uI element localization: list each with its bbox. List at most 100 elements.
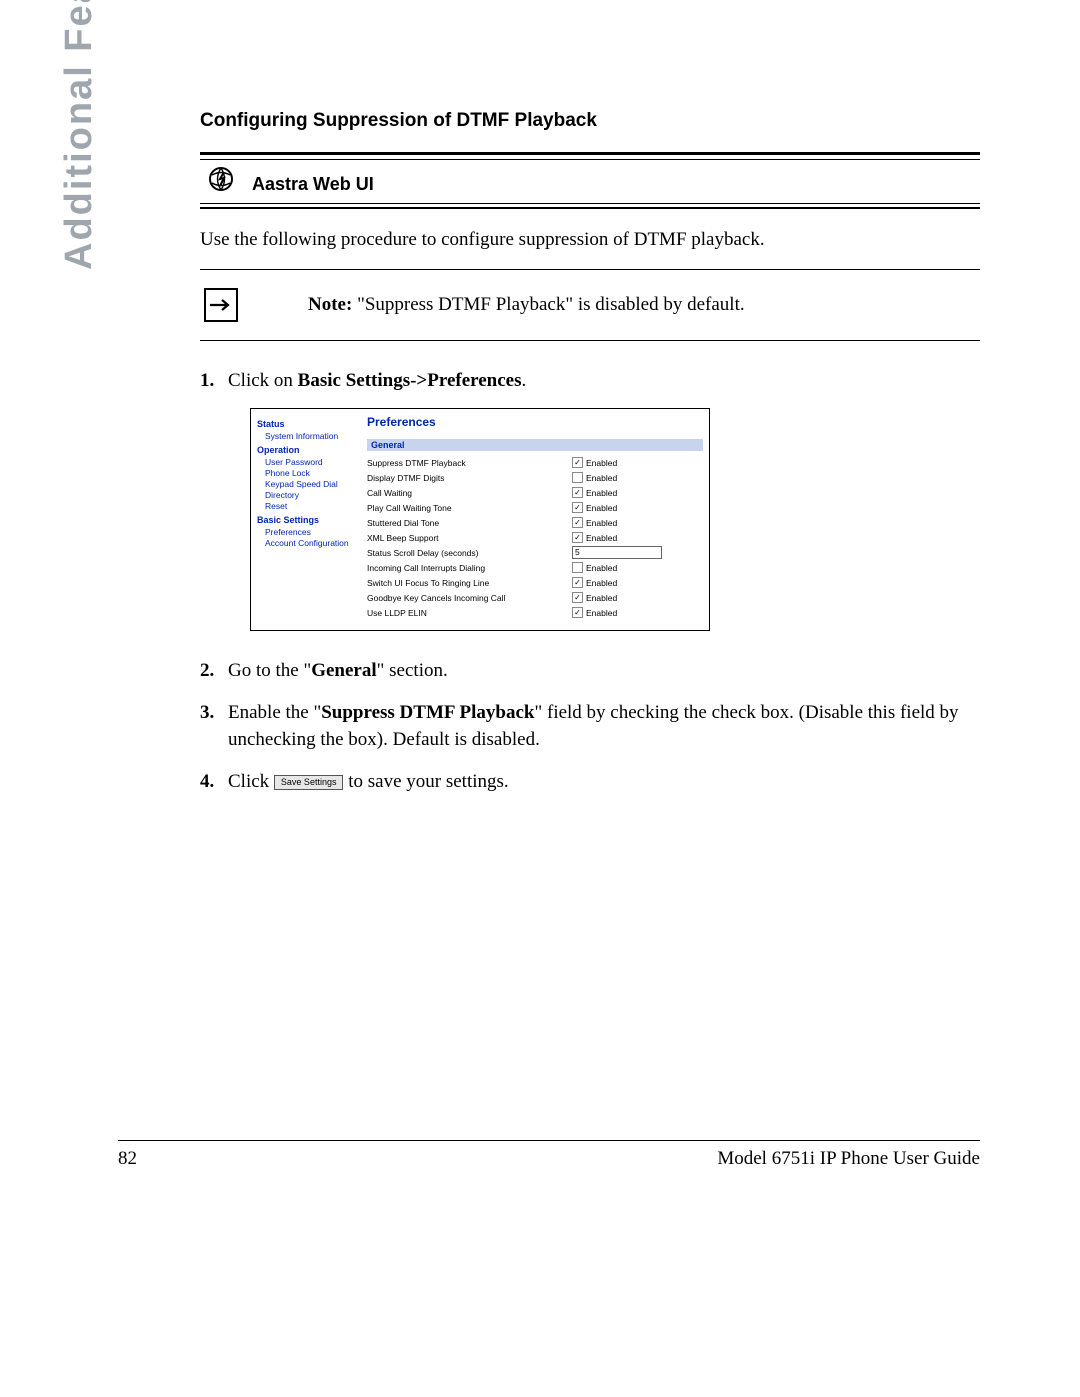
step-text: Click on xyxy=(228,370,298,391)
step-text: Enable the " xyxy=(228,702,321,723)
step-bold: Basic Settings->Preferences xyxy=(298,370,522,391)
step-item: 2. Go to the "General" section. xyxy=(200,657,980,685)
note-text: Note: "Suppress DTMF Playback" is disabl… xyxy=(308,294,745,316)
nav-item[interactable]: Directory xyxy=(265,490,357,500)
pref-row: XML Beep Support✓Enabled xyxy=(367,530,703,545)
pref-row-control: ✓Enabled xyxy=(572,607,617,618)
nav-item[interactable]: User Password xyxy=(265,457,357,467)
steps-list: 1. Click on Basic Settings->Preferences. xyxy=(200,367,980,395)
nav-item[interactable]: System Information xyxy=(265,431,357,441)
pref-row-control: Enabled xyxy=(572,562,617,573)
main-content: Configuring Suppression of DTMF Playback… xyxy=(200,110,980,809)
step-bold: General xyxy=(311,660,376,681)
checkbox[interactable]: ✓ xyxy=(572,592,583,603)
save-settings-button[interactable]: Save Settings xyxy=(274,775,344,790)
steps-list-cont: 2. Go to the "General" section. 3. Enabl… xyxy=(200,657,980,795)
nav-item[interactable]: Phone Lock xyxy=(265,468,357,478)
checkbox[interactable] xyxy=(572,472,583,483)
note-body: "Suppress DTMF Playback" is disabled by … xyxy=(352,294,744,315)
enabled-label: Enabled xyxy=(586,533,617,543)
screenshot-nav: Status System Information Operation User… xyxy=(251,409,361,630)
pref-row-label: Stuttered Dial Tone xyxy=(367,518,572,528)
step-text: to save your settings. xyxy=(343,771,508,792)
step-number: 1. xyxy=(200,367,228,395)
screenshot-section-bar: General xyxy=(367,439,703,451)
step-text: . xyxy=(522,370,527,391)
nav-heading-basic: Basic Settings xyxy=(257,515,357,525)
pref-row-control: ✓Enabled xyxy=(572,592,617,603)
step-body: Enable the "Suppress DTMF Playback" fiel… xyxy=(228,699,980,754)
divider xyxy=(200,207,980,209)
checkbox[interactable]: ✓ xyxy=(572,532,583,543)
enabled-label: Enabled xyxy=(586,473,617,483)
text-input[interactable]: 5 xyxy=(572,546,662,559)
nav-heading-operation: Operation xyxy=(257,445,357,455)
step-body: Click Save Settings to save your setting… xyxy=(228,768,980,796)
divider xyxy=(200,152,980,155)
pref-row: Display DTMF Digits Enabled xyxy=(367,470,703,485)
screenshot-title: Preferences xyxy=(367,415,703,429)
pref-row-label: Suppress DTMF Playback xyxy=(367,458,572,468)
checkbox[interactable]: ✓ xyxy=(572,577,583,588)
enabled-label: Enabled xyxy=(586,563,617,573)
nav-item[interactable]: Keypad Speed Dial xyxy=(265,479,357,489)
pref-row: Play Call Waiting Tone✓Enabled xyxy=(367,500,703,515)
checkbox[interactable] xyxy=(572,562,583,573)
note-block: Note: "Suppress DTMF Playback" is disabl… xyxy=(200,269,980,341)
enabled-label: Enabled xyxy=(586,503,617,513)
step-text: " section. xyxy=(377,660,448,681)
pref-row-label: Incoming Call Interrupts Dialing xyxy=(367,563,572,573)
pref-row-label: XML Beep Support xyxy=(367,533,572,543)
pref-row-control: ✓Enabled xyxy=(572,457,617,468)
enabled-label: Enabled xyxy=(586,488,617,498)
pref-row-control: ✓Enabled xyxy=(572,487,617,498)
pref-row-label: Goodbye Key Cancels Incoming Call xyxy=(367,593,572,603)
enabled-label: Enabled xyxy=(586,578,617,588)
step-item: 3. Enable the "Suppress DTMF Playback" f… xyxy=(200,699,980,754)
step-text: Go to the " xyxy=(228,660,311,681)
checkbox[interactable]: ✓ xyxy=(572,517,583,528)
enabled-label: Enabled xyxy=(586,458,617,468)
pref-row-label: Status Scroll Delay (seconds) xyxy=(367,548,572,558)
pref-row: Use LLDP ELIN✓Enabled xyxy=(367,605,703,620)
pref-row-label: Display DTMF Digits xyxy=(367,473,572,483)
pref-row: Status Scroll Delay (seconds)5 xyxy=(367,545,703,560)
pref-row-control: 5 xyxy=(572,546,662,559)
nav-item-preferences[interactable]: Preferences xyxy=(265,527,357,537)
section-heading: Configuring Suppression of DTMF Playback xyxy=(200,110,980,132)
pref-row-label: Play Call Waiting Tone xyxy=(367,503,572,513)
footer: 82 Model 6751i IP Phone User Guide xyxy=(118,1148,980,1170)
pref-row: Goodbye Key Cancels Incoming Call✓Enable… xyxy=(367,590,703,605)
screenshot-main: Preferences General Suppress DTMF Playba… xyxy=(361,409,709,630)
guide-title: Model 6751i IP Phone User Guide xyxy=(717,1148,980,1170)
preferences-screenshot: Status System Information Operation User… xyxy=(250,408,710,631)
pref-row-label: Call Waiting xyxy=(367,488,572,498)
step-number: 2. xyxy=(200,657,228,685)
step-item: 1. Click on Basic Settings->Preferences. xyxy=(200,367,980,395)
nav-heading-status: Status xyxy=(257,419,357,429)
step-body: Click on Basic Settings->Preferences. xyxy=(228,367,980,395)
nav-item[interactable]: Account Configuration xyxy=(265,538,357,548)
pref-row: Incoming Call Interrupts Dialing Enabled xyxy=(367,560,703,575)
side-tab-label: Additional Features xyxy=(58,0,101,270)
footer-rule xyxy=(118,1140,980,1141)
pref-row-control: ✓Enabled xyxy=(572,502,617,513)
pref-row-control: ✓Enabled xyxy=(572,577,617,588)
enabled-label: Enabled xyxy=(586,518,617,528)
step-bold: Suppress DTMF Playback xyxy=(321,702,534,723)
pref-row: Switch UI Focus To Ringing Line✓Enabled xyxy=(367,575,703,590)
step-item: 4. Click Save Settings to save your sett… xyxy=(200,768,980,796)
pref-row-control: ✓Enabled xyxy=(572,517,617,528)
webui-bar: Aastra Web UI xyxy=(200,160,980,203)
nav-item[interactable]: Reset xyxy=(265,501,357,511)
pref-row: Suppress DTMF Playback✓Enabled xyxy=(367,455,703,470)
step-body: Go to the "General" section. xyxy=(228,657,980,685)
checkbox[interactable]: ✓ xyxy=(572,607,583,618)
checkbox[interactable]: ✓ xyxy=(572,487,583,498)
checkbox[interactable]: ✓ xyxy=(572,457,583,468)
page-number: 82 xyxy=(118,1148,137,1170)
checkbox[interactable]: ✓ xyxy=(572,502,583,513)
note-label: Note: xyxy=(308,294,352,315)
step-text: Click xyxy=(228,771,274,792)
pref-row-label: Use LLDP ELIN xyxy=(367,608,572,618)
